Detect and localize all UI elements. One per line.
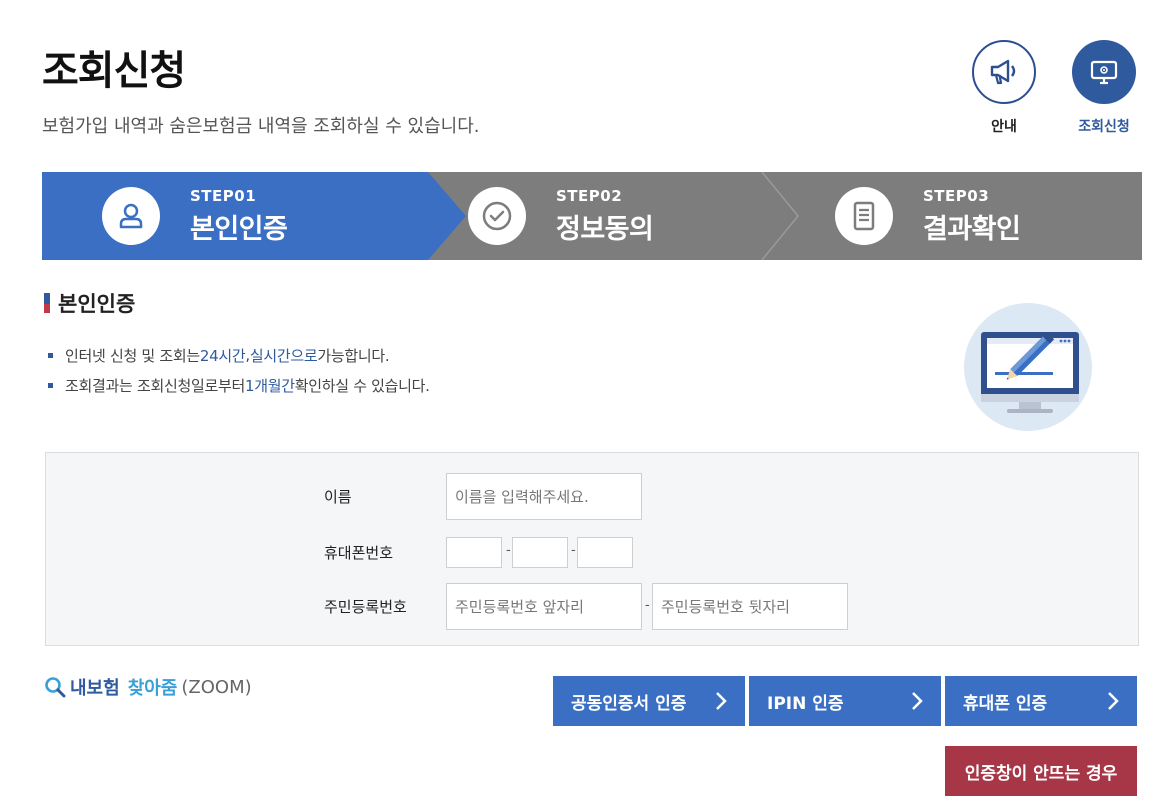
notice-text: 인터넷 신청 및 조회는 [65,346,200,365]
inquiry-request-label: 조회신청 [1078,119,1130,135]
name-label: 이름 [324,488,352,506]
zoom-logo-part3: (ZOOM) [181,676,252,698]
step-2: STEP02 정보동의 [468,172,654,260]
step-1-name: 본인인증 [190,213,288,245]
phone-middle-input[interactable] [512,537,568,568]
check-circle-icon [468,187,526,245]
notice-item: 조회결과는 조회신청일로부터 1개월간 확인하실 수 있습니다. [48,370,430,400]
rrn-front-input[interactable]: 주민등록번호 앞자리 [446,583,642,630]
notice-text: 조회결과는 조회신청일로부터 [65,376,245,395]
certificate-auth-label: 공동인증서 인증 [571,693,687,714]
step-1-number: STEP01 [190,186,257,205]
phone-auth-label: 휴대폰 인증 [963,693,1048,714]
phone-separator: - [506,543,511,558]
step-separator [761,172,799,260]
top-icon-nav: 안내 조회신청 [972,40,1136,136]
zoom-logo-part2: 찾아줌 [127,678,178,699]
section-bar-icon [44,293,50,313]
document-icon [835,187,893,245]
computer-illustration-icon [964,303,1092,431]
zoom-logo: 내보험 찾아줌 (ZOOM) [44,674,252,700]
section-title: 본인인증 [44,288,135,318]
phone-auth-button[interactable]: 휴대폰 인증 [945,676,1137,726]
chevron-right-icon [912,692,923,710]
notice-highlight: 24시간 [199,346,246,365]
notice-item: 인터넷 신청 및 조회는 24시간, 실시간으로 가능합니다. [48,340,430,370]
notice-text: 가능합니다. [317,346,390,365]
step-progress-bar: STEP01 본인인증 STEP02 정보동의 STEP03 결과확인 [42,172,1142,260]
notice-highlight: 1개월간 [244,376,295,395]
notice-text: 확인하실 수 있습니다. [294,376,430,395]
guide-label: 안내 [991,119,1017,135]
active-step-arrow [428,172,466,260]
step-3-number: STEP03 [923,186,990,205]
zoom-logo-part1: 내보험 [70,678,120,699]
rrn-label: 주민등록번호 [324,598,407,616]
chevron-right-icon [1108,692,1119,710]
auth-window-help-button[interactable]: 인증창이 안뜨는 경우 [945,746,1137,796]
phone-separator: - [571,543,576,558]
phone-label: 휴대폰번호 [324,544,394,562]
megaphone-icon [972,40,1036,104]
inquiry-request-button[interactable]: 조회신청 [1072,40,1136,136]
page-subtitle: 보험가입 내역과 숨은보험금 내역을 조회하실 수 있습니다. [42,116,480,137]
rrn-separator: - [645,598,650,613]
name-input[interactable]: 이름을 입력해주세요. [446,473,642,520]
step-2-name: 정보동의 [556,213,654,245]
notice-list: 인터넷 신청 및 조회는 24시간, 실시간으로 가능합니다. 조회결과는 조회… [48,340,430,400]
step-2-number: STEP02 [556,186,623,205]
section-title-text: 본인인증 [58,292,136,316]
step-1: STEP01 본인인증 [102,172,288,260]
step-3-name: 결과확인 [923,213,1021,245]
page-title: 조회신청 [42,48,186,94]
ipin-auth-button[interactable]: IPIN 인증 [749,676,941,726]
identity-form: 이름 이름을 입력해주세요. 휴대폰번호 - - 주민등록번호 주민등록번호 앞… [45,452,1139,646]
chevron-right-icon [716,692,727,710]
ipin-auth-label: IPIN 인증 [767,693,844,714]
phone-first-input[interactable] [446,537,502,568]
rrn-back-input[interactable]: 주민등록번호 뒷자리 [652,583,848,630]
step-3: STEP03 결과확인 [835,172,1021,260]
auth-window-help-label: 인증창이 안뜨는 경우 [964,763,1118,784]
bullet-icon [48,352,53,358]
guide-button[interactable]: 안내 [972,40,1036,136]
monitor-icon [1072,40,1136,104]
user-icon [102,187,160,245]
phone-last-input[interactable] [577,537,633,568]
magnifier-icon [45,677,66,698]
bullet-icon [48,382,53,388]
certificate-auth-button[interactable]: 공동인증서 인증 [553,676,745,726]
notice-highlight: 실시간으로 [249,346,318,365]
